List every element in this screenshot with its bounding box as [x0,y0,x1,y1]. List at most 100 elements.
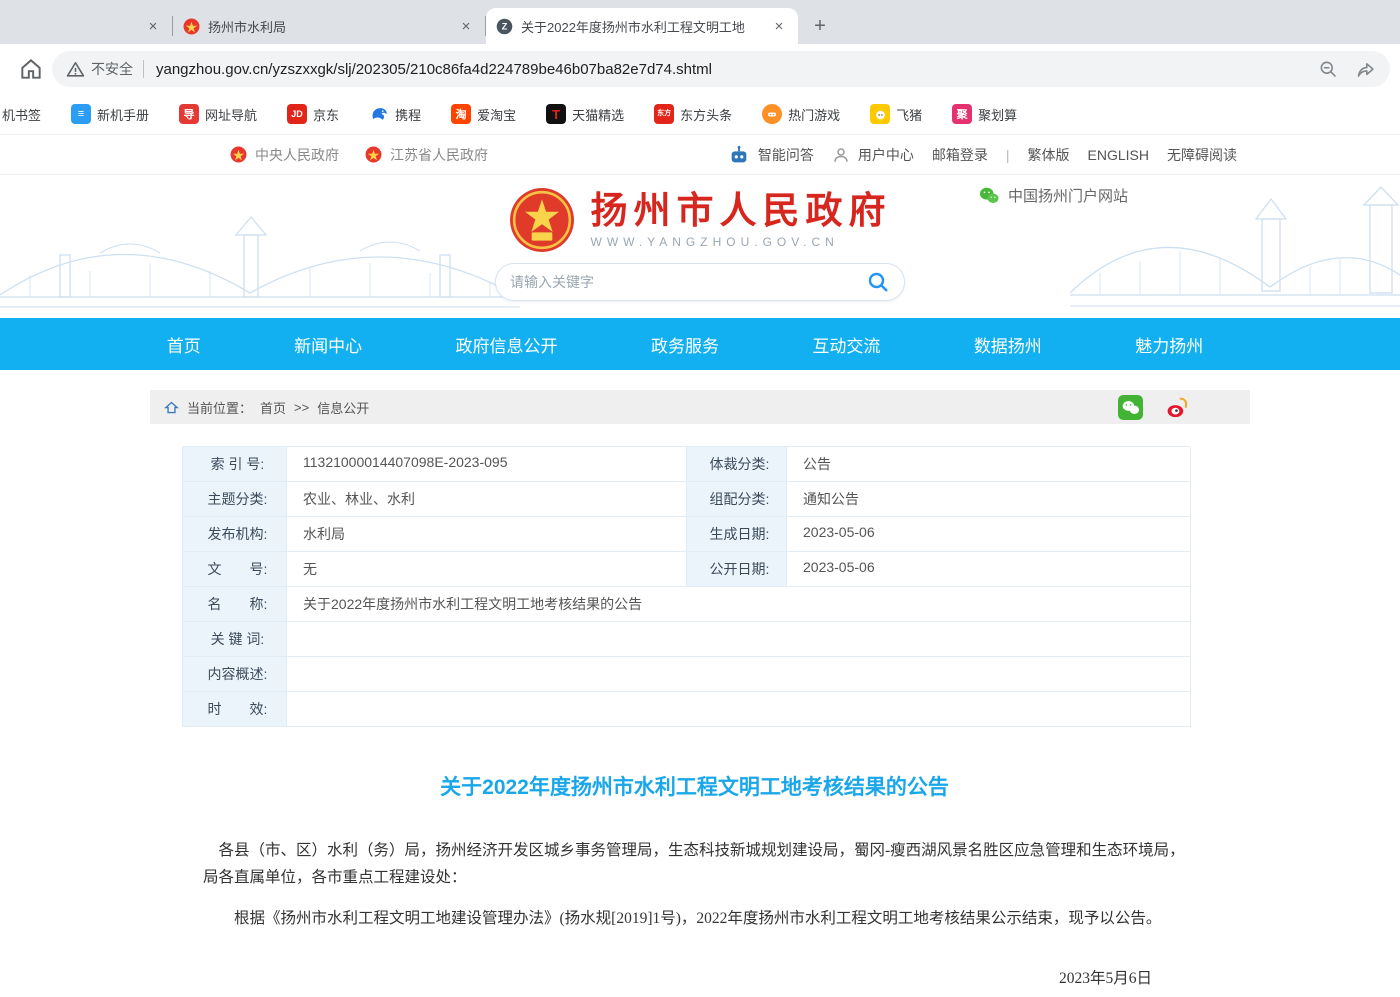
meta-value: 公告 [787,447,1191,482]
nav-item-news[interactable]: 新闻中心 [294,332,362,357]
bookmark-label: 聚划算 [978,105,1017,124]
meta-label: 名 称: [183,587,287,622]
article: 关于2022年度扬州市水利工程文明工地考核结果的公告 各县（市、区）水利（务）局… [150,771,1250,997]
meta-label: 生成日期: [687,517,787,552]
browser-tab-partial[interactable]: × [0,8,172,44]
accessibility-link[interactable]: 无障碍阅读 [1167,145,1237,165]
bookmark-games[interactable]: 热门游戏 [762,104,840,124]
user-icon [832,146,850,164]
smart-qa-link[interactable]: 智能问答 [728,144,814,166]
bookmark-eastday[interactable]: 东方 东方头条 [654,104,732,124]
meta-value [287,692,1191,727]
user-center-link[interactable]: 用户中心 [832,145,914,165]
meta-label: 公开日期: [687,552,787,587]
not-secure-warning-icon [66,60,85,79]
security-label: 不安全 [91,59,133,79]
breadcrumb-separator: >> [294,400,309,415]
portal-link[interactable]: 中国扬州门户网站 [978,185,1128,206]
tmall-icon: T [546,104,566,124]
weibo-share-icon[interactable] [1165,395,1190,420]
meta-label: 文 号: [183,552,287,587]
site-url: WWW.YANGZHOU.GOV.CN [591,235,892,249]
meta-value: 无 [287,552,687,587]
bookmark-juhuasuan[interactable]: 聚 聚划算 [952,104,1017,124]
mail-login-link[interactable]: 邮箱登录 [932,145,988,165]
english-link[interactable]: ENGLISH [1088,147,1149,163]
url-text: yangzhou.gov.cn/yzszxxgk/slj/202305/210c… [156,61,1302,78]
bookmark-label: 新机手册 [97,105,149,124]
link-label: 用户中心 [858,145,914,165]
meta-value: 2023-05-06 [787,552,1191,587]
meta-value [287,657,1191,692]
bookmark-nav-site[interactable]: 导 网址导航 [179,104,257,124]
bookmark-label: 京东 [313,105,339,124]
meta-label: 主题分类: [183,482,287,517]
link-label: 江苏省人民政府 [390,145,488,165]
wechat-share-icon[interactable] [1118,395,1143,420]
browser-tab-shuiliju[interactable]: 扬州市水利局 × [173,8,485,44]
home-icon[interactable] [18,56,44,82]
close-icon[interactable]: × [144,17,162,35]
manual-icon: ≡ [71,104,91,124]
juhuasuan-icon: 聚 [952,104,972,124]
nav-item-services[interactable]: 政务服务 [651,332,719,357]
breadcrumb-label: 当前位置： [187,398,252,417]
meta-value: 水利局 [287,517,687,552]
bookmark-label: 飞猪 [896,105,922,124]
meta-label: 组配分类: [687,482,787,517]
search-icon[interactable] [866,270,890,294]
link-jiangsu-gov[interactable]: 江苏省人民政府 [365,145,488,165]
taobao-icon: 淘 [451,104,471,124]
meta-label: 体裁分类: [687,447,787,482]
fliggy-pig-icon [870,104,890,124]
bookmark-tmall[interactable]: T 天猫精选 [546,104,624,124]
nav-item-home[interactable]: 首页 [167,332,201,357]
article-paragraph: 各县（市、区）水利（务）局，扬州经济开发区城乡事务管理局，生态科技新城规划建设局… [203,837,1186,891]
browser-tab-active[interactable]: Z 关于2022年度扬州市水利工程文明工地 × [486,8,798,44]
site-favicon-icon: Z [496,18,513,35]
bookmark-phone-bookmarks[interactable]: 机书签 [2,105,41,124]
svg-text:Z: Z [502,21,508,31]
national-emblem-icon [509,187,575,253]
meta-label: 索 引 号: [183,447,287,482]
bookmark-aitaobao[interactable]: 淘 爱淘宝 [451,104,516,124]
meta-label: 发布机构: [183,517,287,552]
close-icon[interactable]: × [457,17,475,35]
nav-item-data[interactable]: 数据扬州 [974,332,1042,357]
traditional-chinese-link[interactable]: 繁体版 [1028,145,1070,165]
breadcrumb-section-link[interactable]: 信息公开 [317,398,369,417]
bookmark-label: 携程 [395,105,421,124]
wechat-icon [978,186,1000,205]
new-tab-button[interactable]: + [806,12,834,40]
nav-item-info-disclosure[interactable]: 政府信息公开 [456,332,558,357]
nav-item-interaction[interactable]: 互动交流 [812,332,880,357]
nav-site-icon: 导 [179,104,199,124]
nav-item-charm[interactable]: 魅力扬州 [1135,332,1203,357]
meta-value [287,622,1191,657]
bookmark-manual[interactable]: ≡ 新机手册 [71,104,149,124]
meta-label: 关 键 词: [183,622,287,657]
bookmark-label: 机书签 [2,105,41,124]
robot-icon [728,144,750,166]
breadcrumb-home-link[interactable]: 首页 [260,398,286,417]
link-central-gov[interactable]: 中央人民政府 [230,145,339,165]
bookmark-label: 网址导航 [205,105,257,124]
gov-topbar: 中央人民政府 江苏省人民政府 智能问答 用户中心 邮箱登录 | 繁体版 ENGL… [0,135,1400,175]
bookmark-jd[interactable]: JD 京东 [287,104,339,124]
site-search [495,263,905,301]
article-date: 2023年5月6日 [203,966,1186,988]
search-input[interactable] [510,274,866,290]
bookmark-fliggy[interactable]: 飞猪 [870,104,922,124]
link-label: 智能问答 [758,145,814,165]
address-bar[interactable]: 不安全 yangzhou.gov.cn/yzszxxgk/slj/202305/… [52,51,1390,87]
link-label: 中央人民政府 [255,145,339,165]
ctrip-dolphin-icon [369,104,389,124]
bookmark-ctrip[interactable]: 携程 [369,104,421,124]
meta-value: 2023-05-06 [787,517,1191,552]
eastday-icon: 东方 [654,104,674,124]
share-icon[interactable] [1355,59,1376,80]
tab-title: 关于2022年度扬州市水利工程文明工地 [521,17,762,36]
close-icon[interactable]: × [770,17,788,35]
zoom-out-icon[interactable] [1318,59,1339,80]
gov-emblem-icon [183,18,200,35]
